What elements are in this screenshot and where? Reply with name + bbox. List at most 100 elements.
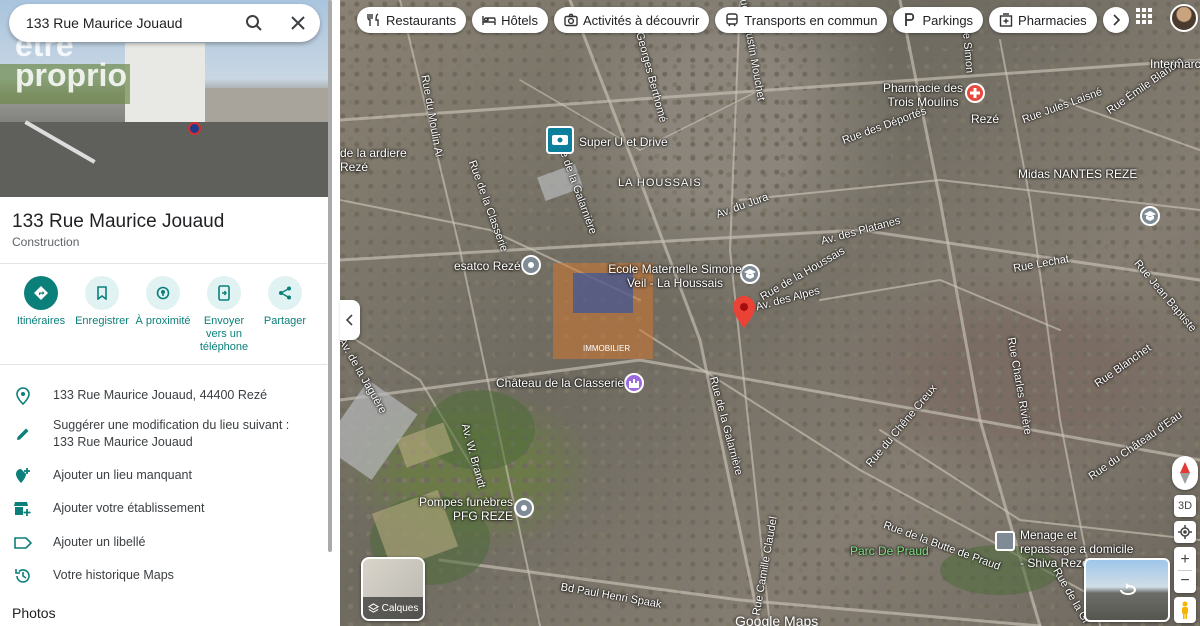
intermarche-label[interactable]: Intermarc bbox=[1150, 57, 1200, 71]
add-business-row[interactable]: Ajouter votre établissement bbox=[0, 498, 327, 520]
search-box[interactable] bbox=[9, 4, 320, 42]
layers-label: Calques bbox=[381, 602, 419, 614]
category-chips: Restaurants Hôtels Activités à découvrir… bbox=[357, 7, 1129, 33]
send-to-phone-icon bbox=[207, 276, 241, 310]
panel-scrollbar[interactable] bbox=[327, 0, 333, 626]
park-label[interactable]: Parc De Praud bbox=[850, 544, 929, 558]
chip-activities[interactable]: Activités à découvrir bbox=[553, 7, 710, 33]
apps-grid-icon[interactable] bbox=[1136, 8, 1152, 24]
nearby-button[interactable]: À proximité bbox=[132, 276, 194, 328]
place-pin-icon[interactable] bbox=[521, 255, 541, 275]
divider bbox=[0, 364, 327, 365]
suggest-edit-text: Suggérer une modification du lieu suivan… bbox=[53, 418, 290, 449]
search-input[interactable] bbox=[26, 15, 226, 31]
add-place-icon bbox=[12, 465, 34, 487]
collapse-panel-button[interactable] bbox=[340, 300, 360, 340]
action-label: Enregistrer bbox=[75, 315, 129, 327]
transit-icon bbox=[726, 13, 738, 27]
maps-history-text: Votre historique Maps bbox=[53, 568, 174, 582]
maps-history-row[interactable]: Votre historique Maps bbox=[0, 565, 327, 587]
supermarket-label[interactable]: Super U et Drive bbox=[579, 135, 668, 149]
share-button[interactable]: Partager bbox=[254, 276, 316, 328]
chip-label: Transports en commun bbox=[744, 12, 878, 28]
board-label: de la ardiere Rezé bbox=[340, 146, 407, 174]
action-label: Partager bbox=[263, 315, 307, 327]
3d-button[interactable]: 3D bbox=[1174, 495, 1196, 517]
school-label[interactable]: Ecole Maternelle Simone Veil - La Houssa… bbox=[605, 262, 745, 290]
midas-label[interactable]: Midas NANTES REZE bbox=[1018, 167, 1137, 181]
chateau-label[interactable]: Château de la Classerie bbox=[496, 376, 624, 390]
chip-label: Activités à découvrir bbox=[582, 12, 700, 28]
add-missing-place-text: Ajouter un lieu manquant bbox=[53, 468, 192, 482]
divider bbox=[0, 263, 327, 264]
selected-location-pin-icon[interactable] bbox=[733, 296, 755, 333]
commune-label: Rezé bbox=[971, 112, 1000, 126]
chip-label: Pharmacies bbox=[1018, 12, 1087, 28]
chip-pharmacies[interactable]: Pharmacies bbox=[989, 7, 1097, 33]
restaurant-icon bbox=[367, 13, 379, 26]
school-icon[interactable] bbox=[1140, 206, 1160, 226]
directions-icon bbox=[24, 276, 58, 310]
place-details-panel: être proprio 133 Rue Maurice Jouaud Cons… bbox=[0, 0, 340, 626]
edit-pencil-icon bbox=[12, 423, 34, 445]
zoom-out-icon[interactable]: − bbox=[1180, 571, 1189, 591]
chevron-left-icon bbox=[346, 314, 353, 326]
directions-button[interactable]: Itinéraires bbox=[10, 276, 72, 328]
action-label: À proximité bbox=[135, 315, 191, 327]
pharmacy-marker-icon[interactable] bbox=[965, 83, 985, 103]
nearby-icon bbox=[146, 276, 180, 310]
suggest-edit-row[interactable]: Suggérer une modification du lieu suivan… bbox=[0, 417, 327, 451]
chip-hotels[interactable]: Hôtels bbox=[472, 7, 548, 33]
chip-transit[interactable]: Transports en commun bbox=[715, 7, 888, 33]
service-icon[interactable] bbox=[995, 531, 1015, 551]
send-to-phone-button[interactable]: Envoyer vers un téléphone bbox=[193, 276, 255, 354]
pompes-label[interactable]: Pompes funèbres PFG REZE bbox=[417, 495, 513, 523]
label-icon bbox=[12, 532, 34, 554]
add-label-row[interactable]: Ajouter un libellé bbox=[0, 532, 327, 554]
close-icon[interactable] bbox=[290, 15, 306, 36]
zoom-control[interactable]: + − bbox=[1174, 547, 1196, 593]
place-title: 133 Rue Maurice Jouaud bbox=[12, 211, 225, 232]
compass-button[interactable] bbox=[1172, 456, 1198, 490]
compass-icon bbox=[1180, 462, 1190, 484]
chip-parkings[interactable]: Parkings bbox=[893, 7, 984, 33]
no-parking-sign-icon bbox=[188, 122, 201, 135]
esatco-label[interactable]: esatco Rezé bbox=[454, 259, 521, 273]
chip-restaurants[interactable]: Restaurants bbox=[357, 7, 467, 33]
avatar[interactable] bbox=[1170, 4, 1198, 32]
google-maps-logo: Google Maps bbox=[735, 613, 819, 626]
save-button[interactable]: Enregistrer bbox=[71, 276, 133, 328]
chip-label: Restaurants bbox=[386, 12, 457, 28]
place-pin-icon[interactable] bbox=[514, 498, 534, 518]
pharmacy-label[interactable]: Pharmacie des Trois Moulins bbox=[882, 81, 964, 109]
chevron-right-icon bbox=[1113, 14, 1120, 26]
layers-icon bbox=[367, 602, 379, 613]
supermarket-icon[interactable] bbox=[546, 126, 574, 154]
pegman-button[interactable] bbox=[1174, 597, 1196, 623]
add-business-icon bbox=[12, 498, 34, 520]
pegman-icon bbox=[1182, 601, 1188, 619]
satellite-map[interactable]: Rue Georges Berthomé Rue Augustin Mouche… bbox=[340, 0, 1200, 626]
chateau-icon[interactable] bbox=[624, 373, 644, 393]
address-text: 133 Rue Maurice Jouaud, 44400 Rezé bbox=[53, 388, 268, 402]
photos-heading: Photos bbox=[12, 605, 56, 621]
location-pin-icon bbox=[12, 385, 34, 407]
district-label: LA HOUSSAIS bbox=[618, 177, 702, 189]
address-row[interactable]: 133 Rue Maurice Jouaud, 44400 Rezé bbox=[0, 385, 327, 407]
share-icon bbox=[268, 276, 302, 310]
search-icon[interactable] bbox=[245, 14, 263, 37]
add-missing-place-row[interactable]: Ajouter un lieu manquant bbox=[0, 465, 327, 487]
hotel-icon bbox=[482, 16, 496, 25]
chips-scroll-right-button[interactable] bbox=[1102, 7, 1129, 33]
action-label: Itinéraires bbox=[16, 315, 66, 327]
zoom-in-icon[interactable]: + bbox=[1180, 550, 1189, 570]
street-view-thumbnail[interactable] bbox=[1084, 558, 1170, 622]
layers-button[interactable]: Calques bbox=[361, 557, 425, 621]
add-label-text: Ajouter un libellé bbox=[53, 535, 146, 549]
history-icon bbox=[12, 565, 34, 587]
place-category[interactable]: Construction bbox=[12, 235, 79, 249]
bookmark-icon bbox=[85, 276, 119, 310]
action-label: Envoyer vers un téléphone bbox=[199, 315, 249, 353]
my-location-icon bbox=[1178, 525, 1192, 539]
my-location-button[interactable] bbox=[1174, 521, 1196, 543]
